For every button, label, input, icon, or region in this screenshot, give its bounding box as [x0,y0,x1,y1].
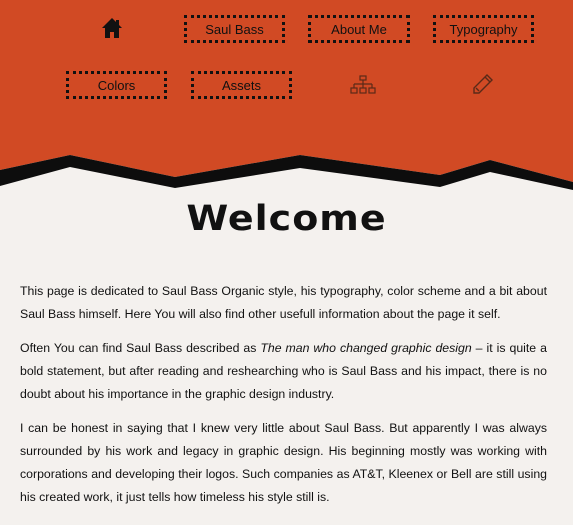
page-title: Welcome [186,197,387,239]
intro-paragraph: This page is dedicated to Saul Bass Orga… [20,284,547,321]
nav-assets[interactable]: Assets [191,71,292,99]
home-icon[interactable] [101,17,123,39]
history-paragraph: I can be honest in saying that I knew ve… [20,421,547,504]
pencil-icon[interactable] [472,73,494,95]
nav-label: About Me [331,21,387,37]
nav-typography[interactable]: Typography [433,15,534,43]
nav-label: Colors [97,77,136,93]
description-paragraph: Often You can find Saul Bass described a… [20,337,547,406]
paragraph-text: Often You can find Saul Bass described a… [20,341,261,355]
main-content: This page is dedicated to Saul Bass Orga… [20,280,547,520]
site-header: Saul Bass About Me Typography Colors Ass… [0,0,573,200]
nav-label: Typography [449,21,518,37]
nav-saul-bass[interactable]: Saul Bass [184,15,285,43]
sitemap-icon[interactable] [350,75,376,95]
quote-text: The man who changed graphic design [260,341,472,355]
nav-colors[interactable]: Colors [66,71,167,99]
nav-about-me[interactable]: About Me [308,15,410,43]
nav-label: Saul Bass [205,21,264,37]
nav-label: Assets [221,77,261,93]
